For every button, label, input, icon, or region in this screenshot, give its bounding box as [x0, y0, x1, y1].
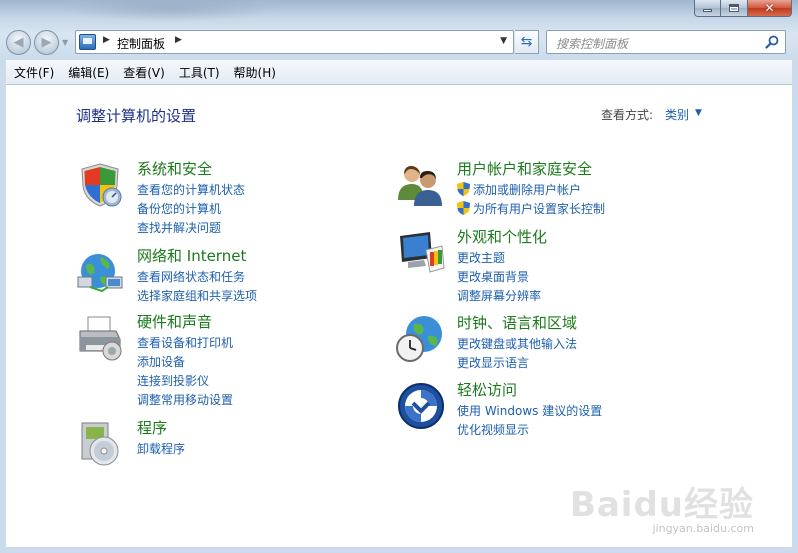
link-view-network-status[interactable]: 查看网络状态和任务 — [137, 268, 257, 287]
close-button[interactable]: ✕ — [748, 0, 792, 17]
link-homegroup-sharing[interactable]: 选择家庭组和共享选项 — [137, 287, 257, 306]
minimize-button[interactable] — [694, 0, 721, 17]
breadcrumb-separator-icon[interactable]: ▶ — [175, 35, 182, 45]
link-view-devices-printers[interactable]: 查看设备和打印机 — [137, 334, 233, 353]
back-button[interactable]: ◀ — [6, 30, 31, 55]
view-by-dropdown[interactable]: 类别 — [665, 106, 689, 123]
forward-button[interactable]: ▶ — [34, 30, 59, 55]
category-title[interactable]: 程序 — [137, 417, 167, 438]
search-icon[interactable] — [765, 35, 779, 49]
menu-bar: 文件(F) 编辑(E) 查看(V) 工具(T) 帮助(H) — [6, 60, 792, 85]
search-placeholder: 搜索控制面板 — [556, 37, 629, 51]
category-title[interactable]: 网络和 Internet — [137, 245, 246, 266]
link-label: 添加或删除用户帐户 — [473, 183, 582, 197]
menu-tools[interactable]: 工具(T) — [172, 64, 227, 81]
page-title: 调整计算机的设置 — [76, 107, 197, 125]
maximize-icon — [729, 4, 739, 12]
link-add-remove-accounts[interactable]: 添加或删除用户帐户 — [457, 181, 605, 200]
category-title[interactable]: 外观和个性化 — [457, 226, 547, 247]
monitor-palette-icon[interactable] — [396, 228, 446, 278]
close-icon: ✕ — [764, 1, 775, 15]
menu-file[interactable]: 文件(F) — [6, 64, 61, 81]
control-panel-content: 调整计算机的设置 查看方式: 类别 ▼ 系统和安全 查看您的计算机状态 备份您的… — [6, 85, 792, 547]
menu-edit[interactable]: 编辑(E) — [61, 64, 116, 81]
view-by-chevron-icon[interactable]: ▼ — [695, 108, 702, 118]
link-optimize-visual-display[interactable]: 优化视频显示 — [457, 421, 602, 440]
control-panel-icon — [79, 34, 96, 50]
category-title[interactable]: 轻松访问 — [457, 379, 517, 400]
printer-icon[interactable] — [76, 313, 126, 363]
category-title[interactable]: 时钟、语言和区域 — [457, 312, 577, 333]
link-change-desktop-background[interactable]: 更改桌面背景 — [457, 268, 541, 287]
link-find-fix-problems[interactable]: 查找并解决问题 — [137, 219, 245, 238]
link-change-theme[interactable]: 更改主题 — [457, 249, 541, 268]
minimize-icon — [703, 9, 712, 12]
category-title[interactable]: 系统和安全 — [137, 158, 212, 179]
maximize-button[interactable] — [721, 0, 748, 17]
link-recommended-settings[interactable]: 使用 Windows 建议的设置 — [457, 402, 602, 421]
category-title[interactable]: 用户帐户和家庭安全 — [457, 158, 592, 179]
menu-view[interactable]: 查看(V) — [116, 64, 172, 81]
back-arrow-icon: ◀ — [13, 35, 24, 50]
title-bar-area — [60, 0, 280, 22]
link-mobility-settings[interactable]: 调整常用移动设置 — [137, 391, 233, 410]
shield-icon[interactable] — [76, 160, 126, 210]
link-parental-controls[interactable]: 为所有用户设置家长控制 — [457, 200, 605, 219]
forward-arrow-icon: ▶ — [41, 35, 52, 50]
address-dropdown-icon[interactable]: ▼ — [500, 36, 507, 46]
link-add-device[interactable]: 添加设备 — [137, 353, 233, 372]
navigation-bar: ◀ ▶ ▼ ▶ 控制面板 ▶ ▼ ⇆ 搜索控制面板 — [0, 26, 798, 58]
programs-disc-icon[interactable] — [76, 419, 126, 469]
watermark: Baidu经验 jingyan.baidu.com — [570, 477, 754, 535]
search-input[interactable]: 搜索控制面板 — [546, 30, 786, 54]
window-controls: ✕ — [694, 0, 792, 18]
refresh-icon: ⇆ — [520, 34, 533, 50]
users-icon[interactable] — [396, 160, 446, 210]
watermark-logo: Baidu经验 — [569, 485, 754, 525]
globe-network-icon[interactable] — [76, 247, 126, 297]
refresh-button[interactable]: ⇆ — [515, 30, 539, 54]
link-uninstall-program[interactable]: 卸载程序 — [137, 440, 185, 459]
breadcrumb-separator-icon[interactable]: ▶ — [103, 35, 110, 45]
link-change-keyboard-input[interactable]: 更改键盘或其他输入法 — [457, 335, 577, 354]
link-label: 为所有用户设置家长控制 — [473, 202, 606, 216]
uac-shield-icon — [457, 201, 470, 215]
address-bar[interactable]: ▶ 控制面板 ▶ ▼ — [75, 30, 514, 54]
link-change-display-language[interactable]: 更改显示语言 — [457, 354, 577, 373]
uac-shield-icon — [457, 182, 470, 196]
category-title[interactable]: 硬件和声音 — [137, 311, 212, 332]
link-connect-projector[interactable]: 连接到投影仪 — [137, 372, 233, 391]
view-by-label: 查看方式: — [601, 108, 654, 122]
link-view-computer-status[interactable]: 查看您的计算机状态 — [137, 181, 245, 200]
link-backup-computer[interactable]: 备份您的计算机 — [137, 200, 245, 219]
breadcrumb-control-panel[interactable]: 控制面板 — [117, 35, 165, 52]
clock-globe-icon[interactable] — [396, 314, 446, 364]
ease-of-access-icon[interactable] — [396, 381, 446, 431]
link-adjust-resolution[interactable]: 调整屏幕分辨率 — [457, 287, 541, 306]
recent-pages-dropdown[interactable]: ▼ — [62, 38, 68, 47]
window-frame: ✕ ◀ ▶ ▼ ▶ 控制面板 ▶ ▼ ⇆ 搜索控制面板 文件(F) 编辑(E) … — [0, 0, 798, 553]
menu-help[interactable]: 帮助(H) — [227, 64, 283, 81]
